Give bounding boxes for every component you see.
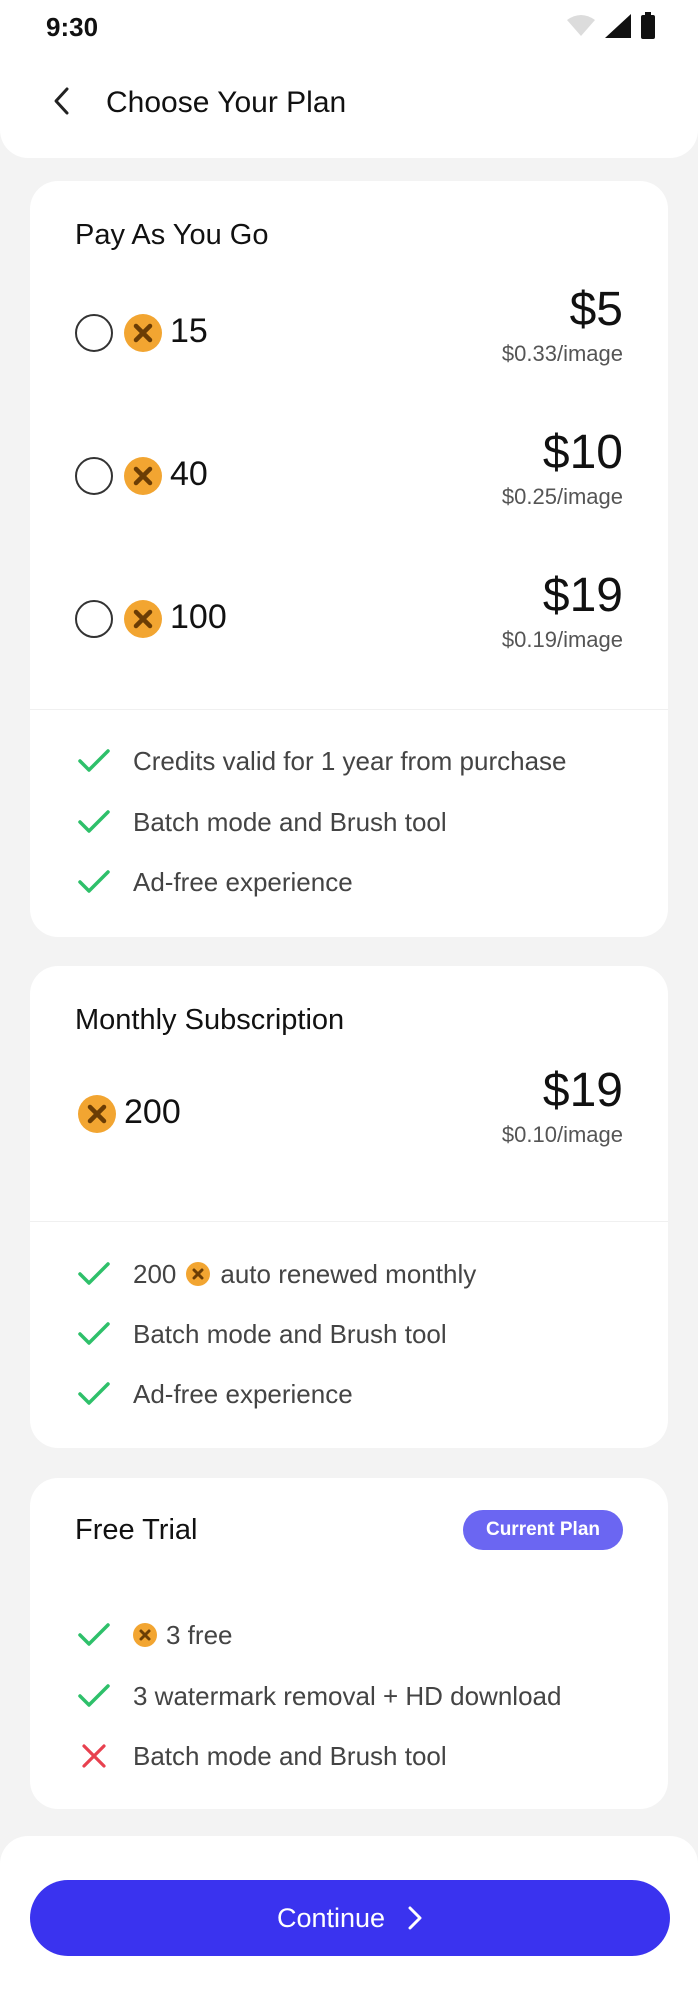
- check-icon: [75, 1677, 113, 1715]
- signal-icon: [604, 13, 632, 44]
- plan-option-40[interactable]: 40 $10 $0.25/image: [75, 426, 623, 531]
- chevron-left-icon: [51, 86, 71, 121]
- pay-as-you-go-card: Pay As You Go 15 $5 $0.33/image 40 $10 $…: [30, 181, 668, 937]
- feature-item: 3 watermark removal + HD download: [75, 1676, 561, 1716]
- credit-amount: 40: [170, 455, 208, 493]
- chevron-right-icon: [407, 1906, 423, 1930]
- price-per-image: $0.33/image: [501, 341, 623, 366]
- feature-item: 3 free: [75, 1615, 233, 1655]
- feature-text: Ad-free experience: [133, 1378, 353, 1409]
- app-bar: Choose Your Plan: [0, 54, 698, 158]
- check-icon: [75, 1315, 113, 1353]
- feature-item: Credits valid for 1 year from purchase: [75, 741, 567, 781]
- coin-icon: [124, 600, 162, 638]
- feature-text: Batch mode and Brush tool: [133, 806, 447, 837]
- check-icon: [75, 1255, 113, 1293]
- radio-button[interactable]: [75, 600, 113, 638]
- monthly-subscription-card[interactable]: Monthly Subscription 200 $19 $0.10/image…: [30, 966, 668, 1448]
- plan-price: $5: [569, 283, 623, 336]
- check-icon: [75, 1375, 113, 1413]
- cross-icon: [75, 1737, 113, 1775]
- coin-icon: [78, 1095, 116, 1133]
- check-icon: [75, 863, 113, 901]
- plan-price: $10: [542, 426, 623, 479]
- price-per-image: $0.25/image: [501, 484, 623, 509]
- divider: [30, 709, 668, 710]
- check-icon: [75, 1616, 113, 1654]
- feature-prefix: 200: [133, 1258, 177, 1289]
- wifi-icon: [566, 14, 596, 43]
- divider: [30, 1221, 668, 1222]
- radio-button[interactable]: [75, 457, 113, 495]
- plan-option-100[interactable]: 100 $19 $0.19/image: [75, 569, 623, 674]
- credit-amount: 100: [170, 598, 227, 636]
- battery-icon: [640, 12, 656, 45]
- coin-icon: [133, 1623, 157, 1647]
- price-per-image: $0.10/image: [501, 1122, 623, 1147]
- feature-text: 3 free: [133, 1620, 233, 1651]
- check-icon: [75, 742, 113, 780]
- radio-button[interactable]: [75, 314, 113, 352]
- status-icons: [566, 12, 656, 45]
- credit-amount: 15: [170, 312, 208, 350]
- price-per-image: $0.19/image: [501, 627, 623, 652]
- feature-item: Batch mode and Brush tool: [75, 802, 447, 842]
- feature-suffix: auto renewed monthly: [220, 1258, 477, 1289]
- coin-icon: [124, 457, 162, 495]
- free-trial-card[interactable]: Free Trial Current Plan 3 free 3 waterma…: [30, 1478, 668, 1809]
- status-time: 9:30: [46, 12, 99, 42]
- continue-button[interactable]: Continue: [30, 1880, 670, 1956]
- feature-item: Ad-free experience: [75, 1374, 353, 1414]
- check-icon: [75, 803, 113, 841]
- plan-price: $19: [542, 569, 623, 622]
- card-title: Free Trial: [75, 1514, 198, 1546]
- continue-label: Continue: [276, 1902, 386, 1933]
- feature-text: Batch mode and Brush tool: [133, 1318, 447, 1349]
- coin-icon: [186, 1262, 211, 1286]
- card-title: Monthly Subscription: [75, 1004, 345, 1036]
- credit-amount: 200: [124, 1093, 181, 1131]
- feature-item: Batch mode and Brush tool: [75, 1736, 447, 1776]
- card-title: Pay As You Go: [75, 219, 269, 251]
- coin-icon: [124, 314, 162, 352]
- feature-text: Ad-free experience: [133, 866, 353, 897]
- feature-item: 200 auto renewed monthly: [75, 1254, 476, 1294]
- back-button[interactable]: [38, 80, 84, 126]
- bottom-bar: Continue: [0, 1836, 698, 2000]
- plan-price: $19: [542, 1064, 623, 1117]
- feature-item: Ad-free experience: [75, 862, 353, 902]
- feature-text: Batch mode and Brush tool: [133, 1740, 447, 1771]
- current-plan-badge: Current Plan: [462, 1510, 623, 1550]
- page-title: Choose Your Plan: [106, 86, 347, 119]
- feature-item: Batch mode and Brush tool: [75, 1314, 447, 1354]
- feature-text: 3 watermark removal + HD download: [133, 1680, 562, 1711]
- feature-label: 3 free: [166, 1619, 233, 1650]
- status-bar: 9:30: [0, 0, 698, 54]
- plan-option-15[interactable]: 15 $5 $0.33/image: [75, 283, 623, 388]
- feature-text: Credits valid for 1 year from purchase: [133, 745, 567, 776]
- feature-text: 200 auto renewed monthly: [133, 1259, 476, 1290]
- monthly-plan-option[interactable]: 200 $19 $0.10/image: [75, 1064, 623, 1169]
